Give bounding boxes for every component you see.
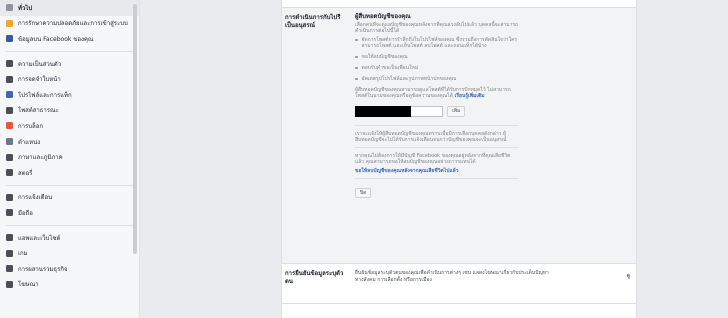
sidebar-item[interactable]: การแจ้งเตือน (0, 190, 139, 206)
sidebar-item[interactable]: การบล็อก (0, 118, 139, 134)
sidebar-item-label: ข้อมูลบน Facebook ของคุณ (18, 35, 94, 43)
sidebar-item[interactable]: โฆษณา (0, 277, 139, 293)
sidebar-item[interactable]: ทั่วไป (0, 0, 139, 16)
top-row-border (282, 0, 636, 8)
sidebar-item-label: แอพและเว็บไซต์ (18, 234, 61, 242)
learn-more-link[interactable]: เรียนรู้เพิ่มเติม (455, 93, 485, 99)
pin-icon (6, 138, 13, 146)
sidebar-scrollbar[interactable] (133, 4, 137, 254)
story-icon (6, 169, 13, 177)
sidebar-list: ทั่วไปการรักษาความปลอดภัยและการเข้าสู่ระ… (0, 0, 139, 292)
ads-icon (6, 280, 13, 288)
sidebar-item-label: การบล็อก (18, 122, 43, 130)
bell-icon (6, 193, 13, 201)
tag-icon (6, 91, 13, 99)
gear-icon (6, 4, 13, 12)
sidebar-item[interactable]: การผสานรวมธุรกิจ (0, 261, 139, 277)
divider (355, 125, 519, 126)
shield-icon (6, 19, 13, 27)
legacy-contact-heading: ผู้สืบทอดบัญชีของคุณ (355, 13, 411, 20)
sidebar-item-label: สตอรี่ (18, 169, 33, 177)
row-divider (282, 303, 636, 304)
sidebar-item[interactable]: โพสต์สาธารณะ (0, 103, 139, 119)
sidebar-item[interactable]: การจดจำใบหน้า (0, 71, 139, 87)
legacy-contact-note: ผู้สืบทอดบัญชีของคุณสามารถดูแลโพสต์ที่ได… (355, 87, 511, 99)
sidebar-item-label: ภาษาและภูมิภาค (18, 154, 63, 162)
sidebar-item-label: เกม (18, 250, 28, 258)
redacted-name-box (355, 106, 411, 117)
sidebar-item[interactable]: มือถือ (0, 205, 139, 221)
sidebar-item-label: โพสต์สาธารณะ (18, 107, 59, 115)
bullet-dot-icon (355, 66, 358, 70)
sidebar-separator (6, 224, 133, 226)
bullet-item: ขอให้ลบบัญชีของคุณ (355, 54, 519, 60)
legacy-contact-intro: เลือกคนที่จะดูแลบัญชีของคุณหลังจากที่คุณ… (355, 22, 519, 34)
divider (355, 178, 519, 179)
identity-confirmation-label: การยืนยันข้อมูลระบุตัวตน (285, 270, 344, 285)
close-button[interactable]: ปิด (355, 188, 372, 198)
game-icon (6, 249, 13, 257)
settings-page: ทั่วไปการรักษาความปลอดภัยและการเข้าสู่ระ… (0, 0, 728, 318)
sidebar-item[interactable]: สตอรี่ (0, 165, 139, 181)
language-icon (6, 153, 13, 161)
sidebar-item-label: การแจ้งเตือน (18, 194, 53, 202)
bullet-dot-icon (355, 38, 358, 42)
delete-account-link[interactable]: ขอให้ลบบัญชีของคุณหลังจากคุณเสียชีวิตไปแ… (355, 168, 519, 174)
notify-text: เราจะแจ้งให้ผู้สืบทอดบัญชีของคุณทราบเมื่… (355, 131, 507, 143)
legacy-contact-input-row: เพิ่ม (355, 106, 519, 117)
sidebar-item-label: ทั่วไป (18, 4, 33, 12)
sidebar-item-label: ตำแหน่ง (18, 138, 41, 146)
bullet-item: จัดการโพสต์การรำลึกถึงในโปรไฟล์ของคุณ ซึ… (355, 37, 519, 49)
settings-sidebar: ทั่วไปการรักษาความปลอดภัยและการเข้าสู่ระ… (0, 0, 140, 318)
sidebar-item[interactable]: ข้อมูลบน Facebook ของคุณ (0, 31, 139, 47)
legacy-contact-section: การดำเนินการกับไปรีเป็นอนุสรณ์ ผู้สืบทอด… (282, 8, 636, 264)
bullet-dot-icon (355, 55, 358, 59)
sidebar-item[interactable]: ภาษาและภูมิภาค (0, 149, 139, 165)
divider (355, 147, 519, 148)
bullet-item: ตอบรับคำขอเป็นเพื่อนใหม่ (355, 65, 519, 71)
bullet-dot-icon (355, 77, 358, 81)
sidebar-item-label: การผสานรวมธุรกิจ (18, 265, 68, 273)
business-icon (6, 265, 13, 273)
bullet-item: อัพเดตรูปโปรไฟล์และรูปภาพหน้าปกของคุณ (355, 76, 519, 82)
sidebar-item[interactable]: แอพและเว็บไซต์ (0, 230, 139, 246)
add-button[interactable]: เพิ่ม (447, 106, 466, 117)
legacy-contact-content: ผู้สืบทอดบัญชีของคุณ เลือกคนที่จะดูแลบัญ… (355, 14, 519, 198)
lock-icon (6, 60, 13, 68)
identity-confirmation-text: ยืนยันข้อมูลระบุตัวตนของคุณเพื่อดำเนินกา… (355, 270, 549, 283)
sidebar-separator (6, 50, 133, 52)
facebook-icon (6, 35, 13, 43)
sidebar-item[interactable]: การรักษาความปลอดภัยและการเข้าสู่ระบบ (0, 16, 139, 32)
delete-account-text: หากคุณไม่ต้องการให้มีบัญชี Facebook ของค… (355, 153, 511, 165)
block-icon (6, 122, 13, 130)
sidebar-item[interactable]: ความเป็นส่วนตัว (0, 56, 139, 72)
apps-icon (6, 234, 13, 242)
legacy-contact-input[interactable] (411, 106, 443, 117)
sidebar-item-label: มือถือ (18, 209, 33, 217)
sidebar-item[interactable]: ตำแหน่ง (0, 134, 139, 150)
sidebar-item-label: การรักษาความปลอดภัยและการเข้าสู่ระบบ (18, 20, 128, 28)
face-icon (6, 75, 13, 83)
memorialization-label: การดำเนินการกับไปรีเป็นอนุสรณ์ (285, 14, 341, 29)
sidebar-item-label: โปรไฟล์และการแท็ก (18, 91, 72, 99)
settings-panel: การดำเนินการกับไปรีเป็นอนุสรณ์ ผู้สืบทอด… (281, 0, 637, 318)
mobile-icon (6, 209, 13, 217)
sidebar-item[interactable]: โปรไฟล์และการแท็ก (0, 87, 139, 103)
sidebar-item-label: ความเป็นส่วนตัว (18, 60, 62, 68)
sidebar-item-label: โฆษณา (18, 281, 39, 289)
identity-view-link[interactable]: ดู (627, 272, 630, 280)
sidebar-item-label: การจดจำใบหน้า (18, 76, 61, 84)
globe-icon (6, 106, 13, 114)
sidebar-item[interactable]: เกม (0, 245, 139, 261)
sidebar-separator (6, 184, 133, 186)
